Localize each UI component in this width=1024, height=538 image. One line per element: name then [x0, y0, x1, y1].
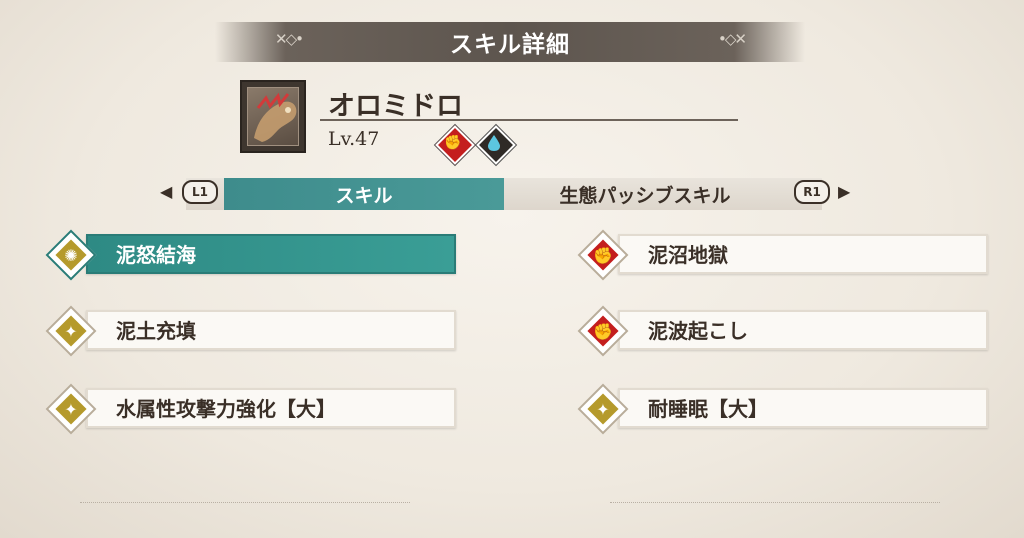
skill-label: 泥沼地獄 — [648, 243, 728, 267]
page-title: スキル詳細 — [450, 32, 570, 58]
flex-icon: ✦ — [45, 305, 97, 357]
ornament-left: ✕◇• — [275, 30, 304, 48]
next-tab-arrow-icon[interactable]: ▶ — [838, 182, 850, 201]
skill-label: 泥土充填 — [116, 319, 196, 343]
l1-button[interactable]: L1 — [182, 180, 218, 204]
divider-left — [80, 502, 410, 504]
ornament-right: •◇✕ — [718, 30, 747, 48]
skill-item-right-2[interactable]: ✊ 泥波起こし — [576, 305, 988, 357]
muscle-icon: ✊ — [434, 124, 475, 165]
name-divider — [320, 119, 738, 121]
monster-portrait — [240, 80, 306, 153]
prev-tab-arrow-icon[interactable]: ◀ — [160, 182, 172, 201]
skill-item-right-3[interactable]: ✦ 耐睡眠【大】 — [576, 383, 988, 435]
sun-icon: ✺ — [45, 229, 97, 281]
skill-label: 水属性攻撃力強化【大】 — [116, 397, 336, 421]
tab-skills[interactable]: スキル — [224, 178, 504, 210]
flex-icon: ✦ — [45, 383, 97, 435]
divider-right — [610, 502, 940, 504]
skill-item-right-1[interactable]: ✊ 泥沼地獄 — [576, 229, 988, 281]
skill-item-left-3[interactable]: ✦ 水属性攻撃力強化【大】 — [44, 383, 456, 435]
title-banner: ✕◇• スキル詳細 •◇✕ — [215, 22, 805, 62]
muscle-icon: ✊ — [577, 229, 629, 281]
water-drop-icon — [475, 124, 516, 165]
skill-item-left-1[interactable]: ✺ 泥怒結海 — [44, 229, 456, 281]
monster-name: オロミドロ — [328, 91, 463, 122]
r1-button[interactable]: R1 — [794, 180, 830, 204]
skill-item-left-2[interactable]: ✦ 泥土充填 — [44, 305, 456, 357]
skill-label: 泥波起こし — [648, 319, 748, 343]
tab-ecology-passive-skills[interactable]: 生態パッシブスキル — [505, 178, 785, 210]
flex-icon: ✦ — [577, 383, 629, 435]
skill-label: 泥怒結海 — [116, 243, 196, 267]
monster-image — [247, 87, 299, 146]
skill-label: 耐睡眠【大】 — [648, 397, 768, 421]
muscle-icon: ✊ — [577, 305, 629, 357]
monster-level: Lv.47 — [328, 128, 380, 150]
monster-silhouette-icon — [254, 92, 297, 142]
